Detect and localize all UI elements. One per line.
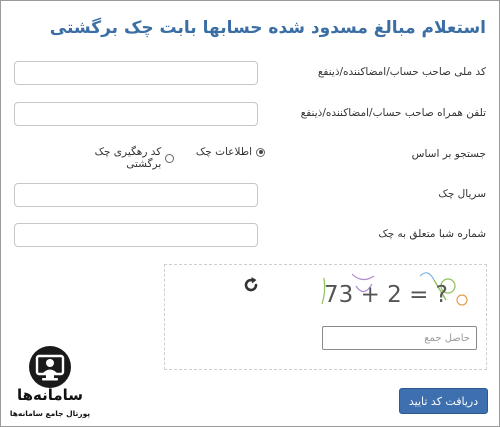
phone-input[interactable] (14, 102, 258, 126)
logo-tagline: پورتال جامع سامانه‌ها (9, 409, 91, 418)
radio-tracking-code[interactable]: کد رهگیری چک برگشتی (60, 146, 174, 170)
sheba-label: شماره شبا متعلق به چک (378, 228, 486, 240)
radio-selected-icon[interactable] (256, 147, 265, 157)
national-id-input[interactable] (14, 61, 258, 85)
captcha-answer-input[interactable] (322, 326, 477, 350)
sheba-input[interactable] (14, 223, 258, 247)
phone-label: تلفن همراه صاحب حساب/امضاکننده/ذینفع (300, 107, 486, 119)
logo-name: سامانه‌ها (16, 386, 84, 404)
national-id-label: کد ملی صاحب حساب/امضاکننده/ذینفع (317, 66, 486, 78)
get-verification-code-button[interactable]: دریافت کد تایید (399, 388, 488, 414)
radio-unselected-icon[interactable] (165, 153, 174, 163)
refresh-captcha-icon[interactable] (241, 275, 261, 295)
radio-check-info[interactable]: اطلاعات چک (196, 146, 265, 158)
captcha-image: 73 + 2 = ? (321, 272, 468, 308)
page-title: استعلام مبالغ مسدود شده حسابها بابت چک ب… (49, 18, 486, 38)
serial-input[interactable] (14, 183, 258, 207)
monitor-person-icon (35, 354, 65, 381)
serial-label: سریال چک (438, 188, 486, 200)
captcha-text: 73 + 2 = ? (324, 282, 448, 308)
samanehha-logo: سامانه‌ها پورتال جامع سامانه‌ها (6, 346, 98, 422)
logo-emblem (29, 346, 71, 388)
radio-tracking-code-label: کد رهگیری چک برگشتی (94, 146, 162, 170)
search-by-radio-group: اطلاعات چک کد رهگیری چک برگشتی (60, 146, 265, 170)
search-by-label: جستجو بر اساس (411, 148, 486, 160)
radio-check-info-label: اطلاعات چک (195, 146, 252, 158)
